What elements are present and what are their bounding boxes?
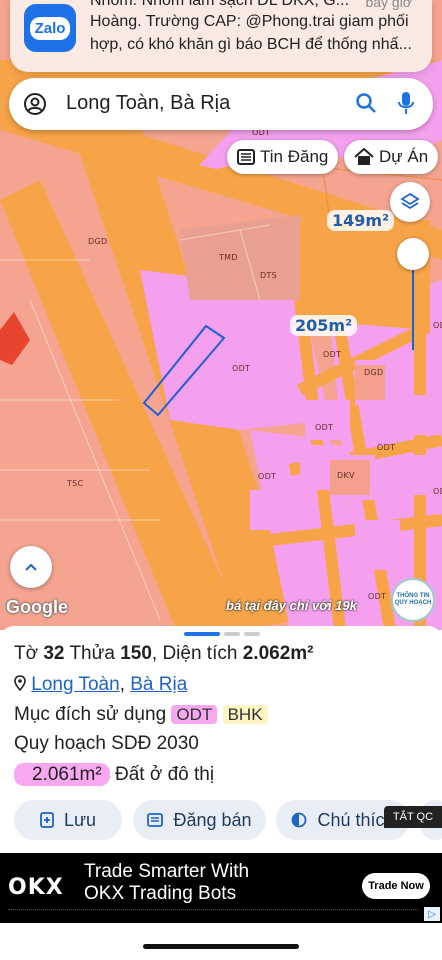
adchoices-icon[interactable]: ▷ <box>424 907 440 921</box>
planning-info-badge[interactable]: THÔNG TIN QUY HOẠCH <box>391 578 435 622</box>
purpose-line: Mục đích sử dụng ODT BHK <box>14 704 268 726</box>
promo-text[interactable]: bá tại đây chỉ với 19k <box>226 598 357 613</box>
zone-label: ODT <box>323 350 342 359</box>
chevron-up-icon <box>25 563 37 571</box>
location-pin-icon <box>14 675 26 692</box>
notification-title: Nhóm: Nhóm làm sạch DL ĐKX, G... <box>90 0 350 9</box>
sheet-label: Tờ <box>14 643 39 664</box>
search-icon[interactable] <box>355 92 377 114</box>
ad-cta-button[interactable]: Trade Now <box>362 873 430 899</box>
zone-label: ODT <box>315 423 334 432</box>
zone-label: ODT <box>258 472 277 481</box>
ad-headline-line2: OKX Trading Bots <box>84 883 237 904</box>
parcel-number: 150 <box>120 643 152 664</box>
legend-button-label: Chú thích <box>317 809 395 830</box>
area-value: 2.062m² <box>242 643 314 664</box>
sheet-number: 32 <box>43 643 65 664</box>
contrast-icon <box>292 812 307 828</box>
zone-label: ODT <box>232 364 251 373</box>
area-label-mid: 205m² <box>290 315 358 336</box>
planned-area-value: 2.061m² <box>14 763 110 786</box>
projects-chip-label: Dự Án <box>379 147 429 166</box>
layers-icon <box>400 192 420 210</box>
account-icon[interactable] <box>23 92 47 116</box>
home-indicator[interactable] <box>143 944 299 949</box>
house-icon <box>354 148 374 165</box>
parcel-label: Thửa <box>69 643 115 664</box>
notification-banner[interactable]: Zalo Nhóm: Nhóm làm sạch DL ĐKX, G... bâ… <box>10 0 432 72</box>
location-line: Long Toàn, Bà Rịa <box>14 674 187 696</box>
save-button[interactable]: Lưu <box>14 800 122 840</box>
plan-label: Quy hoạch SDĐ 2030 <box>14 733 199 754</box>
ad-headline-line1: Trade Smarter With <box>84 861 250 882</box>
city-link[interactable]: Bà Rịa <box>130 674 187 695</box>
expand-up-button[interactable] <box>10 546 52 588</box>
purpose-label: Mục đích sử dụng <box>14 704 167 725</box>
projects-chip[interactable]: Dự Án <box>344 140 439 174</box>
zone-label: ODT <box>368 592 387 601</box>
listing-icon <box>147 813 164 827</box>
planning-info-badge-text: THÔNG TIN QUY HOẠCH <box>394 593 432 606</box>
hide-ad-button[interactable]: TẮT QC <box>384 806 442 828</box>
zone-label: ODT <box>433 487 442 496</box>
place-separator: , <box>119 674 125 695</box>
zone-label: TSC <box>67 479 84 488</box>
bookmark-add-icon <box>40 812 54 828</box>
notification-body-line1: Hoàng. Trường CAP: @Phong.trai giam phối <box>90 13 409 30</box>
zone-label: ODT <box>377 443 396 452</box>
parcel-title: Tờ 32 Thửa 150, Diện tích 2.062m² <box>14 643 314 665</box>
notification-body-line2: hợp, có khó khăn gì báo BCH để thống nhấ… <box>90 36 412 53</box>
area-label-top: 149m² <box>327 210 395 231</box>
zone-label: ODT <box>433 321 442 330</box>
microphone-icon[interactable] <box>397 91 415 115</box>
zone-label: DKV <box>337 471 355 480</box>
save-button-label: Lưu <box>63 809 97 830</box>
news-icon <box>237 149 255 165</box>
planned-area-line: 2.061m² Đất ở đô thị <box>14 763 215 786</box>
tag-odt: ODT <box>171 705 218 724</box>
zone-label: DTS <box>260 271 278 280</box>
notification-time: bây giờ <box>365 0 412 10</box>
zone-label: DGD <box>88 237 108 246</box>
news-chip-label: Tin Đăng <box>260 147 329 166</box>
tag-bhk: BHK <box>222 705 268 724</box>
post-sale-button-label: Đăng bán <box>173 809 252 830</box>
ad-fine-print <box>8 909 418 915</box>
area-label: , Diện tích <box>151 643 238 664</box>
zone-label: DGD <box>364 368 384 377</box>
layers-button[interactable] <box>390 182 430 222</box>
post-sale-button[interactable]: Đăng bán <box>133 800 266 840</box>
page-indicator <box>184 632 260 636</box>
search-input[interactable]: Long Toàn, Bà Rịa <box>66 92 230 115</box>
news-chip[interactable]: Tin Đăng <box>227 140 339 174</box>
app-name: Zalo <box>29 16 71 40</box>
ad-brand-logo: OKX <box>8 875 64 900</box>
ad-banner[interactable]: OKX Trade Smarter With OKX Trading Bots … <box>0 853 442 923</box>
search-bar[interactable]: Long Toàn, Bà Rịa <box>9 78 433 130</box>
planned-area-desc: Đất ở đô thị <box>114 764 215 785</box>
zone-label: TMD <box>219 253 238 262</box>
zalo-app-icon: Zalo <box>24 4 76 52</box>
zoom-slider-handle[interactable] <box>397 238 429 270</box>
google-watermark: Google <box>6 597 68 617</box>
ward-link[interactable]: Long Toàn <box>31 674 119 695</box>
